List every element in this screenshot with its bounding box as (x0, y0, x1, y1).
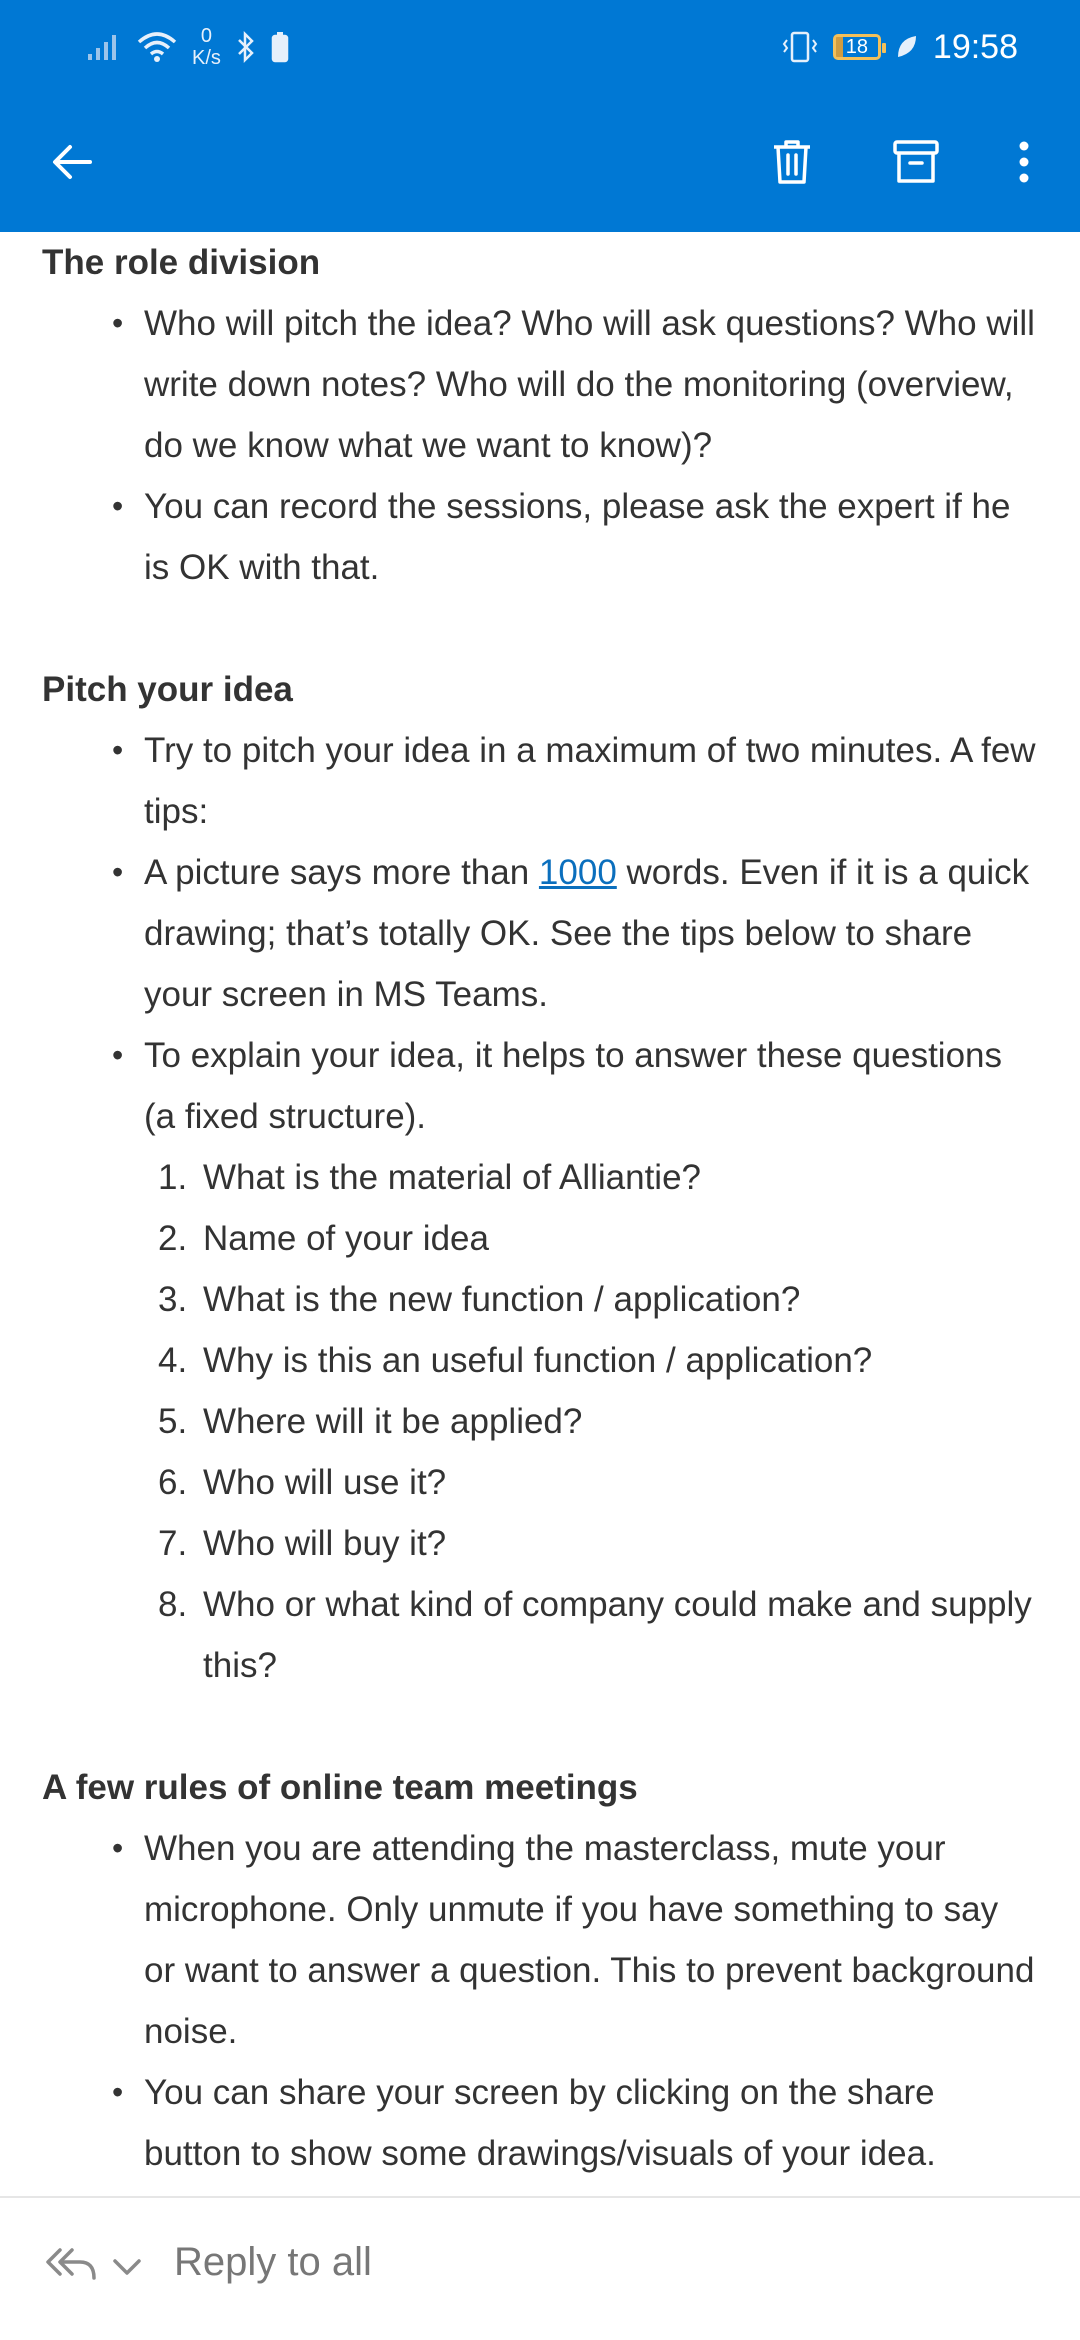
role-division-list: Who will pitch the idea? Who will ask qu… (42, 293, 1038, 598)
question-number: 3. (158, 1280, 188, 1319)
status-bar: 0 K/s 18 19:58 (0, 0, 1080, 92)
reply-bar[interactable]: Reply to all (0, 2196, 1080, 2340)
question-text: Why is this an useful function / applica… (203, 1341, 873, 1380)
archive-icon (893, 140, 939, 183)
signal-icon (88, 35, 116, 60)
email-body-inner: The role division Who will pitch the ide… (0, 232, 1080, 2184)
question-item: 5. Where will it be applied? (158, 1391, 1038, 1452)
list-item-text: A picture says more than (144, 853, 539, 892)
arrow-left-icon (53, 145, 92, 179)
power-saving-leaf-icon (897, 36, 916, 57)
section-heading-pitch: Pitch your idea (42, 670, 293, 709)
question-text: Where will it be applied? (203, 1402, 583, 1441)
battery-fill (835, 37, 844, 57)
net-speed: 0 K/s (192, 25, 221, 69)
reply-all-icon[interactable] (44, 2244, 98, 2284)
list-item: Try to pitch your idea in a maximum of t… (112, 720, 1038, 842)
battery-indicator: 18 (832, 34, 886, 60)
pitch-list: Try to pitch your idea in a maximum of t… (42, 720, 1038, 1147)
battery-level: 18 (845, 35, 869, 58)
question-number: 6. (158, 1463, 188, 1502)
question-number: 8. (158, 1585, 188, 1624)
question-text: Name of your idea (203, 1219, 489, 1258)
list-item: To explain your idea, it helps to answer… (112, 1025, 1038, 1147)
question-number: 7. (158, 1524, 188, 1563)
net-speed-unit: K/s (192, 47, 221, 69)
bluetooth-icon (238, 30, 254, 64)
question-item: 4. Why is this an useful function / appli… (158, 1330, 1038, 1391)
back-button[interactable] (32, 122, 112, 202)
question-item: 6. Who will use it? (158, 1452, 1038, 1513)
question-text: What is the material of Alliantie? (203, 1158, 702, 1197)
status-right: 18 19:58 (781, 22, 1018, 72)
questions-list: 1. What is the material of Alliantie? 2. N… (42, 1147, 1038, 1696)
delete-button[interactable] (752, 122, 832, 202)
question-number: 5. (158, 1402, 188, 1441)
question-item: 1. What is the material of Alliantie? (158, 1147, 1038, 1208)
question-text: Who will buy it? (203, 1524, 447, 1563)
reply-to-all-button[interactable]: Reply to all (174, 2240, 372, 2285)
email-body[interactable]: The role division Who will pitch the ide… (0, 232, 1080, 2196)
question-text: Who will use it? (203, 1463, 447, 1502)
rules-list: When you are attending the masterclass, … (42, 1818, 1038, 2184)
link-1000[interactable]: 1000 (539, 853, 617, 892)
more-options-button[interactable] (984, 122, 1064, 202)
email-toolbar (0, 92, 1080, 232)
question-item: 3. What is the new function / application… (158, 1269, 1038, 1330)
list-item: You can record the sessions, please ask … (112, 476, 1038, 598)
question-number: 1. (158, 1158, 188, 1197)
clock: 19:58 (932, 27, 1018, 66)
chevron-down-icon[interactable] (110, 2256, 144, 2278)
question-item: 7. Who will buy it? (158, 1513, 1038, 1574)
trash-icon (774, 140, 810, 184)
section-heading-role-division: The role division (42, 243, 321, 282)
question-item: 2. Name of your idea (158, 1208, 1038, 1269)
list-item: A picture says more than 1000 words. Eve… (112, 842, 1038, 1025)
list-item: When you are attending the masterclass, … (112, 1818, 1038, 2062)
net-speed-value: 0 (200, 25, 213, 47)
question-item: 8. Who or what kind of company could make… (158, 1574, 1038, 1696)
wifi-icon (137, 32, 177, 62)
vibrate-icon (782, 31, 818, 63)
question-number: 2. (158, 1219, 188, 1258)
question-text: Who or what kind of company could make a… (203, 1585, 1032, 1685)
question-text: What is the new function / application? (203, 1280, 801, 1319)
more-vertical-icon (1019, 141, 1029, 183)
archive-button[interactable] (876, 122, 956, 202)
question-number: 4. (158, 1341, 188, 1380)
sim-battery-icon (271, 32, 289, 63)
status-left: 0 K/s (86, 22, 289, 72)
section-heading-rules: A few rules of online team meetings (42, 1768, 638, 1807)
list-item: Who will pitch the idea? Who will ask qu… (112, 293, 1038, 476)
list-item: You can share your screen by clicking on… (112, 2062, 1038, 2184)
